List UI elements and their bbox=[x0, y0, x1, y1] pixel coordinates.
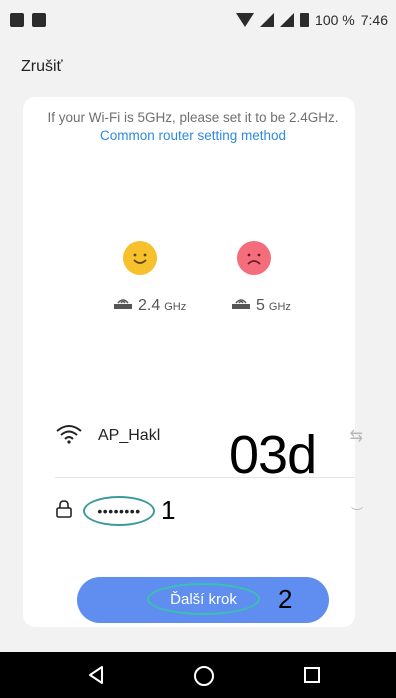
cancel-button[interactable]: Zrušiť bbox=[21, 58, 63, 76]
wifi-icon bbox=[236, 13, 255, 27]
wifi-ssid: AP_Hakl bbox=[98, 427, 161, 444]
gallery-icon bbox=[32, 13, 46, 27]
next-step-button[interactable]: Ďalší krok 2 bbox=[77, 577, 329, 623]
wifi-icon bbox=[56, 425, 82, 444]
password-input[interactable]: •••••••• bbox=[83, 496, 155, 526]
status-right: 100 % 7:46 bbox=[236, 12, 388, 28]
navigation-bar bbox=[0, 652, 396, 698]
password-row: •••••••• 1 ︶ bbox=[55, 492, 363, 532]
home-icon[interactable] bbox=[194, 666, 214, 686]
swap-network-icon[interactable]: ⇆ bbox=[350, 426, 363, 446]
wifi-hint: If your Wi-Fi is 5GHz, please set it to … bbox=[43, 109, 343, 145]
recent-apps-icon[interactable] bbox=[304, 667, 320, 683]
router-setting-link[interactable]: Common router setting method bbox=[100, 128, 286, 143]
band-2-4ghz: 2.4 GHz bbox=[112, 296, 186, 315]
setup-card bbox=[23, 97, 355, 627]
back-icon[interactable] bbox=[86, 665, 106, 685]
happy-face-icon bbox=[123, 241, 157, 275]
sad-face-icon bbox=[237, 241, 271, 275]
annotation-marker-2: 2 bbox=[278, 584, 293, 614]
battery-icon bbox=[300, 13, 310, 27]
wifi-hint-text: If your Wi-Fi is 5GHz, please set it to … bbox=[47, 110, 339, 125]
band-unit: GHz bbox=[164, 301, 187, 313]
band-value: 5 bbox=[256, 297, 265, 314]
status-bar: 100 % 7:46 bbox=[0, 0, 396, 40]
notification-image-icon bbox=[10, 13, 24, 27]
status-left-icons bbox=[10, 13, 46, 27]
router-icon bbox=[232, 299, 250, 309]
signal-icon bbox=[260, 13, 275, 27]
band-5ghz: 5 GHz bbox=[230, 296, 291, 315]
next-step-label: Ďalší krok bbox=[147, 583, 260, 615]
signal-icon bbox=[280, 13, 295, 27]
clock: 7:46 bbox=[360, 12, 388, 28]
annotation-marker-1: 1 bbox=[161, 495, 176, 525]
band-unit: GHz bbox=[268, 301, 291, 313]
battery-percent: 100 % bbox=[315, 12, 355, 28]
lock-icon bbox=[56, 500, 72, 518]
annotation-code: 03d bbox=[229, 425, 317, 485]
band-value: 2.4 bbox=[138, 297, 161, 314]
router-icon bbox=[114, 299, 132, 309]
eye-closed-icon[interactable]: ︶ bbox=[351, 504, 363, 521]
wifi-network-row[interactable]: AP_Hakl ⇆ bbox=[55, 424, 363, 474]
